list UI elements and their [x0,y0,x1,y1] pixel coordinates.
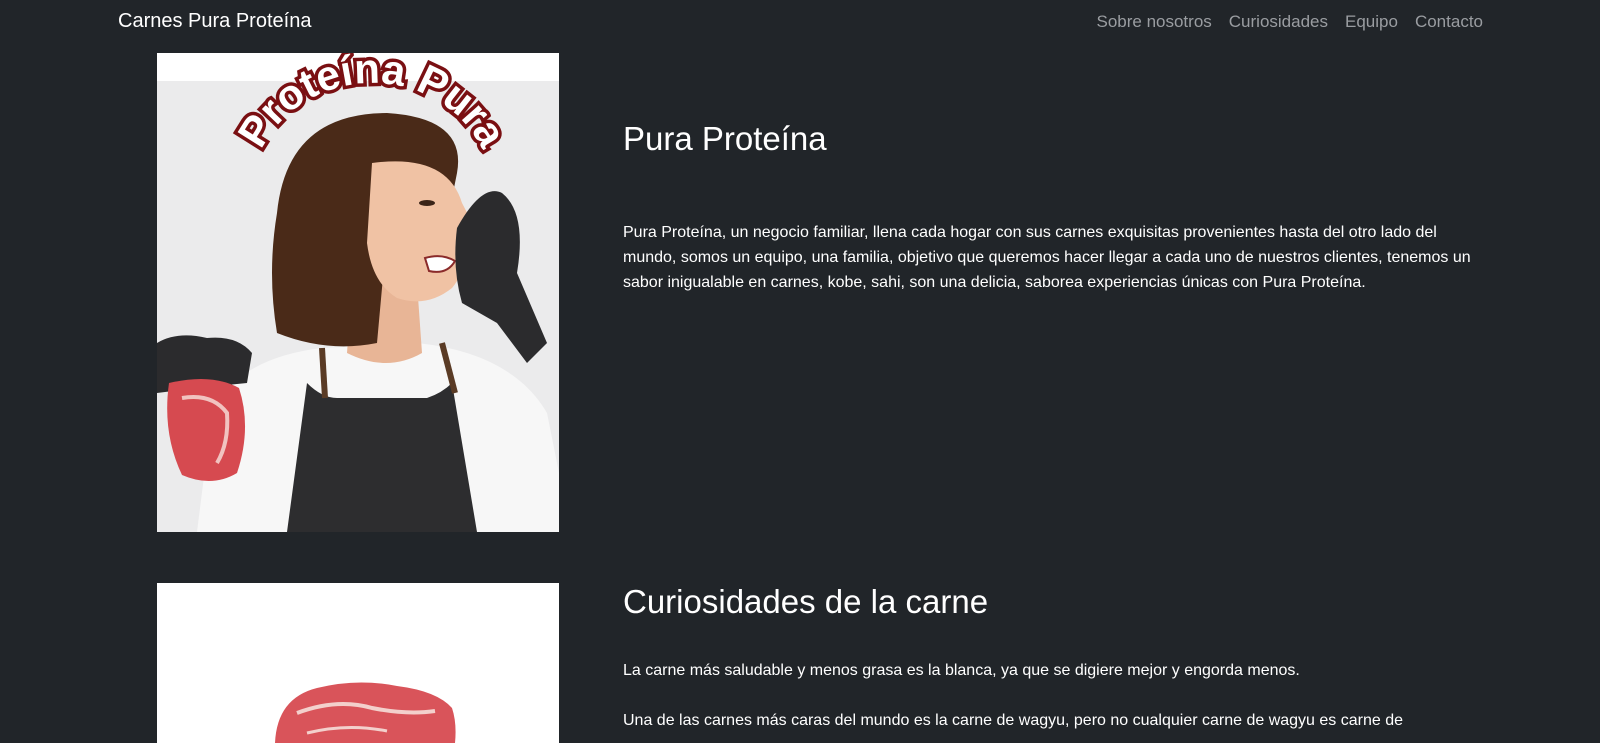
nav-link-equipo[interactable]: Equipo [1345,12,1398,32]
meat-illustration [157,583,559,743]
about-title: Pura Proteína [623,120,827,157]
nav-links: Sobre nosotros Curiosidades Equipo Conta… [1096,12,1483,32]
curiosidades-text-1: La carne más saludable y menos grasa es … [623,662,1300,679]
nav-link-sobre-nosotros[interactable]: Sobre nosotros [1096,12,1211,32]
butcher-image: Proteína Pura [157,53,559,532]
brand-link[interactable]: Carnes Pura Proteína [118,10,311,33]
nav-link-curiosidades[interactable]: Curiosidades [1229,12,1328,32]
curiosidades-text-2: Una de las carnes más caras del mundo es… [623,712,1404,729]
butcher-illustration: Proteína Pura [157,53,559,532]
meat-image [157,583,559,743]
curiosidades-title: Curiosidades de la carne [623,583,989,620]
navbar: Carnes Pura Proteína Sobre nosotros Curi… [0,0,1600,46]
about-text: Pura Proteína, un negocio familiar, llen… [623,224,1471,291]
nav-link-contacto[interactable]: Contacto [1415,12,1483,32]
